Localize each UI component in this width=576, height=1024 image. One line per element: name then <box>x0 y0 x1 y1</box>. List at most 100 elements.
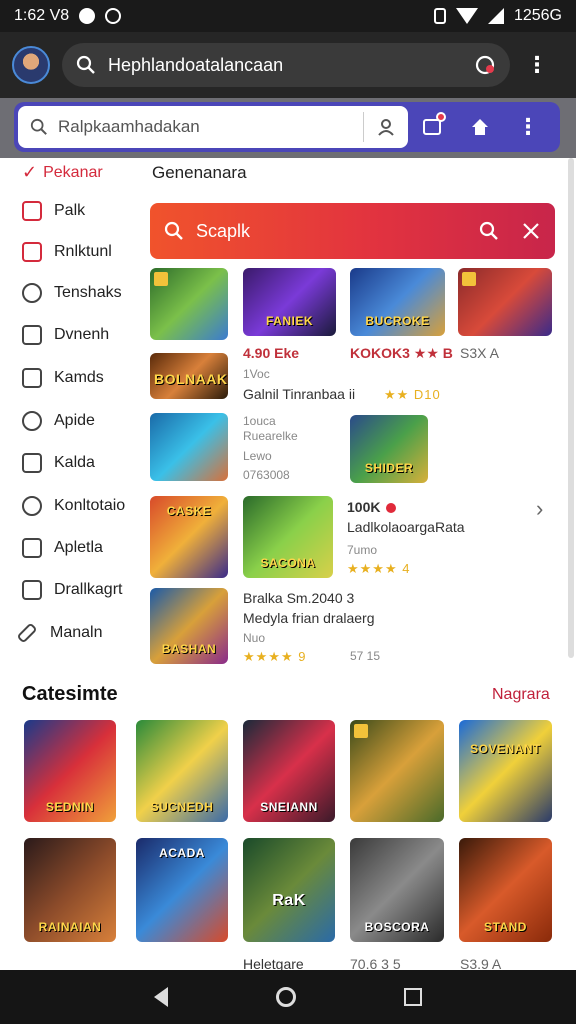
settings-icon <box>105 8 122 24</box>
sidebar-item-rnlktunl[interactable]: Rnlktunl <box>22 242 112 262</box>
tile-caption: SEDNIN <box>45 800 95 814</box>
game-tile[interactable]: RAINAIAN <box>24 838 116 942</box>
more-vertical-icon: ⋮ <box>517 114 539 139</box>
sidebar-item-kamds[interactable]: Kamds <box>22 368 104 388</box>
sidebar-item-label: Tenshaks <box>54 284 122 301</box>
sidebar-item-palk[interactable]: Palk <box>22 201 85 221</box>
sidebar-item-label: Manaln <box>50 624 103 641</box>
search-icon[interactable] <box>479 221 499 241</box>
tile-caption: BASHAN <box>161 642 217 656</box>
close-icon[interactable] <box>521 221 541 241</box>
game-tile[interactable]: CASKE <box>150 496 228 578</box>
list-icon <box>22 325 42 345</box>
chevron-right-icon[interactable]: › <box>536 496 543 522</box>
recent-apps-icon[interactable] <box>404 988 422 1006</box>
square-icon <box>22 453 42 473</box>
square-icon <box>22 538 42 558</box>
home-icon <box>472 119 488 135</box>
red-search-text: Scaplk <box>196 220 251 241</box>
game-tile[interactable]: FANIEK <box>243 268 336 336</box>
search-icon <box>76 55 95 74</box>
game-tile[interactable]: ACADA <box>136 838 228 942</box>
sidebar-item-label: Kalda <box>54 454 95 471</box>
url-bar[interactable]: Hephlandoatalancaan <box>62 43 510 87</box>
game-tile[interactable] <box>150 413 228 481</box>
see-all-link[interactable]: Nagrara <box>492 686 550 704</box>
tile-caption: RAINAIAN <box>38 920 102 934</box>
game-tile[interactable]: STAND <box>459 838 552 942</box>
sidebar-item-kalda[interactable]: Kalda <box>22 453 95 473</box>
link-icon <box>22 496 42 516</box>
game-tile[interactable] <box>350 720 444 822</box>
sidebar-item-manaln[interactable]: Manaln <box>16 622 103 644</box>
wifi-icon <box>455 8 478 24</box>
tile-caption: SUCNEDH <box>150 800 214 814</box>
list-item-title-text: 100K <box>347 499 381 515</box>
game-tile[interactable]: BOLNAAK <box>150 353 228 399</box>
home-button[interactable] <box>456 106 504 148</box>
tile-caption: CASKE <box>166 504 212 518</box>
list-item-title: 1ouca <box>243 414 276 428</box>
search-icon <box>30 118 47 135</box>
sidebar-item-apide[interactable]: Apide <box>22 411 95 431</box>
tile-caption: SACONA <box>260 556 316 570</box>
game-tile[interactable]: RaK <box>243 838 335 942</box>
sidebar-item-tenshaks[interactable]: Tenshaks <box>22 283 122 303</box>
sidebar-item-label: Kamds <box>54 369 104 386</box>
tile-meta: S3X A <box>460 345 499 361</box>
sidebar-item-drallkagrt[interactable]: Drallkagrt <box>22 580 122 600</box>
game-tile[interactable]: BUCROKE <box>350 268 445 336</box>
search-input[interactable]: Ralpkaamhadakan <box>18 106 408 148</box>
menu-button[interactable]: ⋮ <box>504 106 552 148</box>
avatar[interactable] <box>12 46 50 84</box>
more-options-icon[interactable]: ⋮ <box>526 54 548 76</box>
list-item-extra: 7umo <box>347 543 378 557</box>
url-text: Hephlandoatalancaan <box>108 54 284 75</box>
tile-caption: FANIEK <box>265 314 313 328</box>
clock-icon <box>22 411 42 431</box>
game-tile[interactable]: SACONA <box>243 496 333 578</box>
list-item-extra: 57 15 <box>350 649 381 663</box>
messenger-icon <box>79 8 96 24</box>
list-item-extra: 0763008 <box>243 468 290 482</box>
list-item-sub: LadlkolaoargaRata <box>347 519 465 535</box>
badge-icon <box>354 724 368 738</box>
sidebar-item-dvnenh[interactable]: Dvnenh <box>22 325 109 345</box>
sidebar-item-label: Apletla <box>54 539 103 556</box>
game-tile[interactable]: SHIDER <box>350 415 428 483</box>
app-bar-inner: Ralpkaamhadakan ⋮ <box>14 102 560 152</box>
game-tile[interactable] <box>458 268 552 336</box>
game-tile[interactable]: SOVENANT <box>459 720 552 822</box>
search-placeholder: Ralpkaamhadakan <box>58 117 200 136</box>
list-item-extra: Nuo <box>243 631 266 645</box>
list-item-extra: Lewo <box>243 449 272 463</box>
signal-icon <box>487 8 504 24</box>
game-tile[interactable]: BASHAN <box>150 588 228 664</box>
red-search-bar[interactable]: Scaplk <box>150 203 555 259</box>
game-tile[interactable]: BOSCORA <box>350 838 444 942</box>
list-item-title: Bralka Sm.2040 3 <box>243 590 355 606</box>
grid-icon <box>22 580 42 600</box>
sidebar-item-label: Dvnenh <box>54 326 110 343</box>
system-nav-bar <box>0 970 576 1024</box>
game-tile[interactable]: SUCNEDH <box>136 720 228 822</box>
notifications-button[interactable] <box>408 106 456 148</box>
game-tile[interactable]: SEDNIN <box>24 720 116 822</box>
sidebar-item-apletla[interactable]: Apletla <box>22 538 103 558</box>
game-tile[interactable] <box>150 268 228 340</box>
tile-caption: RaK <box>272 892 306 909</box>
sidebar: ✓ Pekanar Palk Rnlktunl Tenshaks Dvnenh … <box>0 158 142 668</box>
home-icon[interactable] <box>276 987 296 1007</box>
user-icon[interactable] <box>376 117 396 137</box>
game-tile[interactable]: SNEIANN <box>243 720 335 822</box>
rating-stars: ★★★★ 4 <box>347 561 411 576</box>
back-icon[interactable] <box>154 987 168 1007</box>
reload-icon[interactable] <box>474 54 496 76</box>
sidebar-item-pekanar[interactable]: ✓ Pekanar <box>22 162 103 183</box>
sidebar-item-konltotaio[interactable]: Konltotaio <box>22 496 125 516</box>
sidebar-item-label: Pekanar <box>43 163 103 181</box>
tile-caption: ACADA <box>159 846 205 860</box>
scrollbar[interactable] <box>568 158 574 658</box>
sidebar-item-label: Palk <box>54 202 86 219</box>
list-item-sub: Medyla frian dralaerg <box>243 610 375 626</box>
